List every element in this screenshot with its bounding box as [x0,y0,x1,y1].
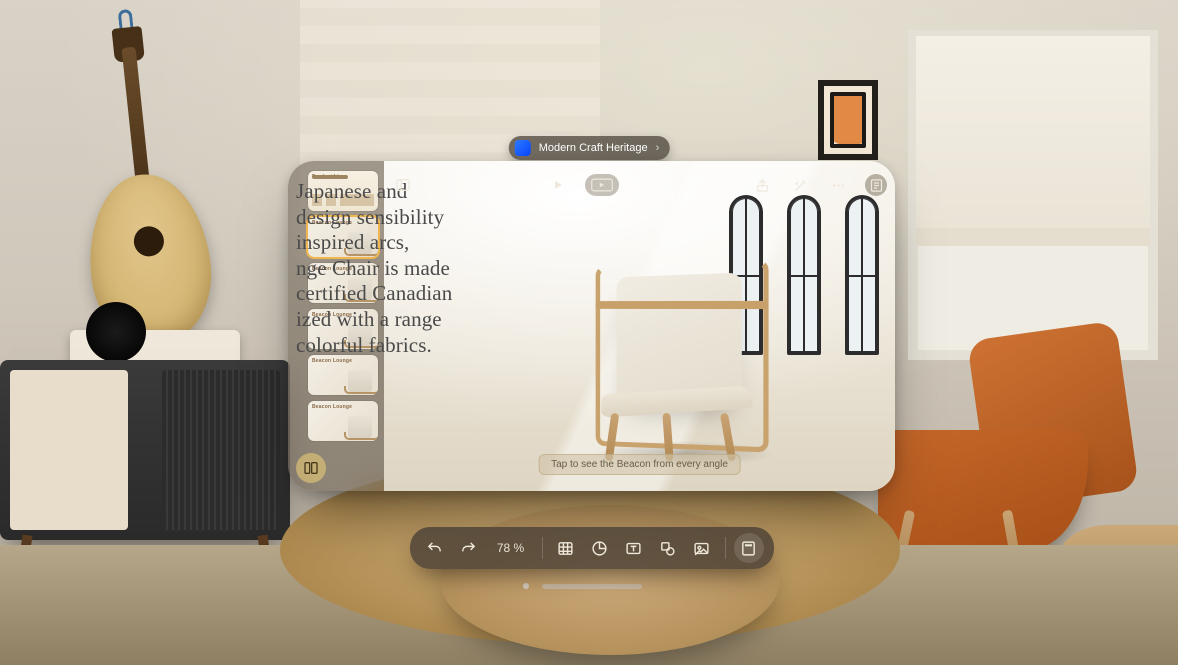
chevron-right-icon: › [656,142,660,154]
insert-media-button[interactable] [687,533,717,563]
sidebar-toggle-icon [395,177,411,193]
inspector-button[interactable] [865,174,887,196]
insert-shape-icon [659,540,676,557]
play-button[interactable] [547,174,569,196]
redo-button[interactable] [454,533,484,563]
toolbar-separator [725,537,726,559]
guitar-prop [39,27,242,363]
zoom-level[interactable]: 78 % [488,541,534,555]
insert-shape-button[interactable] [653,533,683,563]
animate-button[interactable] [789,174,811,196]
insert-text-icon [625,540,642,557]
navigator-view-button[interactable] [296,453,326,483]
window-move-handle[interactable] [542,584,642,589]
more-icon [831,178,846,193]
insert-table-icon [557,540,574,557]
text-line: design sensibility [296,205,676,231]
undo-icon [426,540,443,557]
share-icon [755,178,770,193]
slide-thumbnail[interactable]: 12 Beacon Lounge [308,355,378,395]
present-window-icon [591,178,613,192]
inspector-icon [869,178,884,193]
insert-media-icon [693,540,710,557]
keynote-window: 8 Product Line 9 Beacon Lounge 10 Beacon… [288,161,895,491]
navigator-view-icon [303,460,319,476]
present-in-window-button[interactable] [585,174,619,196]
insert-chart-icon [591,540,608,557]
toolbar-separator [542,537,543,559]
insert-text-button[interactable] [619,533,649,563]
format-panel-button[interactable] [734,533,764,563]
window-close-dot[interactable] [523,583,529,589]
window-shade [916,36,1150,246]
window-title-pill[interactable]: Modern Craft Heritage › [509,136,670,160]
undo-button[interactable] [420,533,450,563]
redo-icon [460,540,477,557]
tap-hint-label: Tap to see the Beacon from every angle [551,459,728,470]
tap-hint[interactable]: Tap to see the Beacon from every angle [538,454,741,475]
play-icon [551,178,565,192]
insert-table-button[interactable] [551,533,581,563]
slide-thumb-label: Beacon Lounge [312,358,352,364]
format-panel-icon [740,540,757,557]
insert-chart-button[interactable] [585,533,615,563]
slide-window-prop [787,195,821,355]
record-console [0,360,290,540]
zoom-label: 78 % [497,541,524,555]
slide-canvas[interactable]: Japanese and design sensibility inspired… [384,161,895,491]
share-button[interactable] [751,174,773,196]
sidebar-toggle-button[interactable] [392,174,414,196]
keynote-app-icon [515,140,531,156]
slide-thumb-label: Beacon Lounge [312,404,352,410]
magic-wand-icon [793,178,808,193]
slide-thumbnail[interactable]: 13 Beacon Lounge [308,401,378,441]
bottom-toolbar: 78 % [410,527,774,569]
wall-art [818,80,878,160]
beacon-chair-3d[interactable] [574,231,784,461]
canvas-top-toolbar [392,171,887,199]
document-title: Modern Craft Heritage [539,142,648,154]
slide-window-prop [845,195,879,355]
more-button[interactable] [827,174,849,196]
